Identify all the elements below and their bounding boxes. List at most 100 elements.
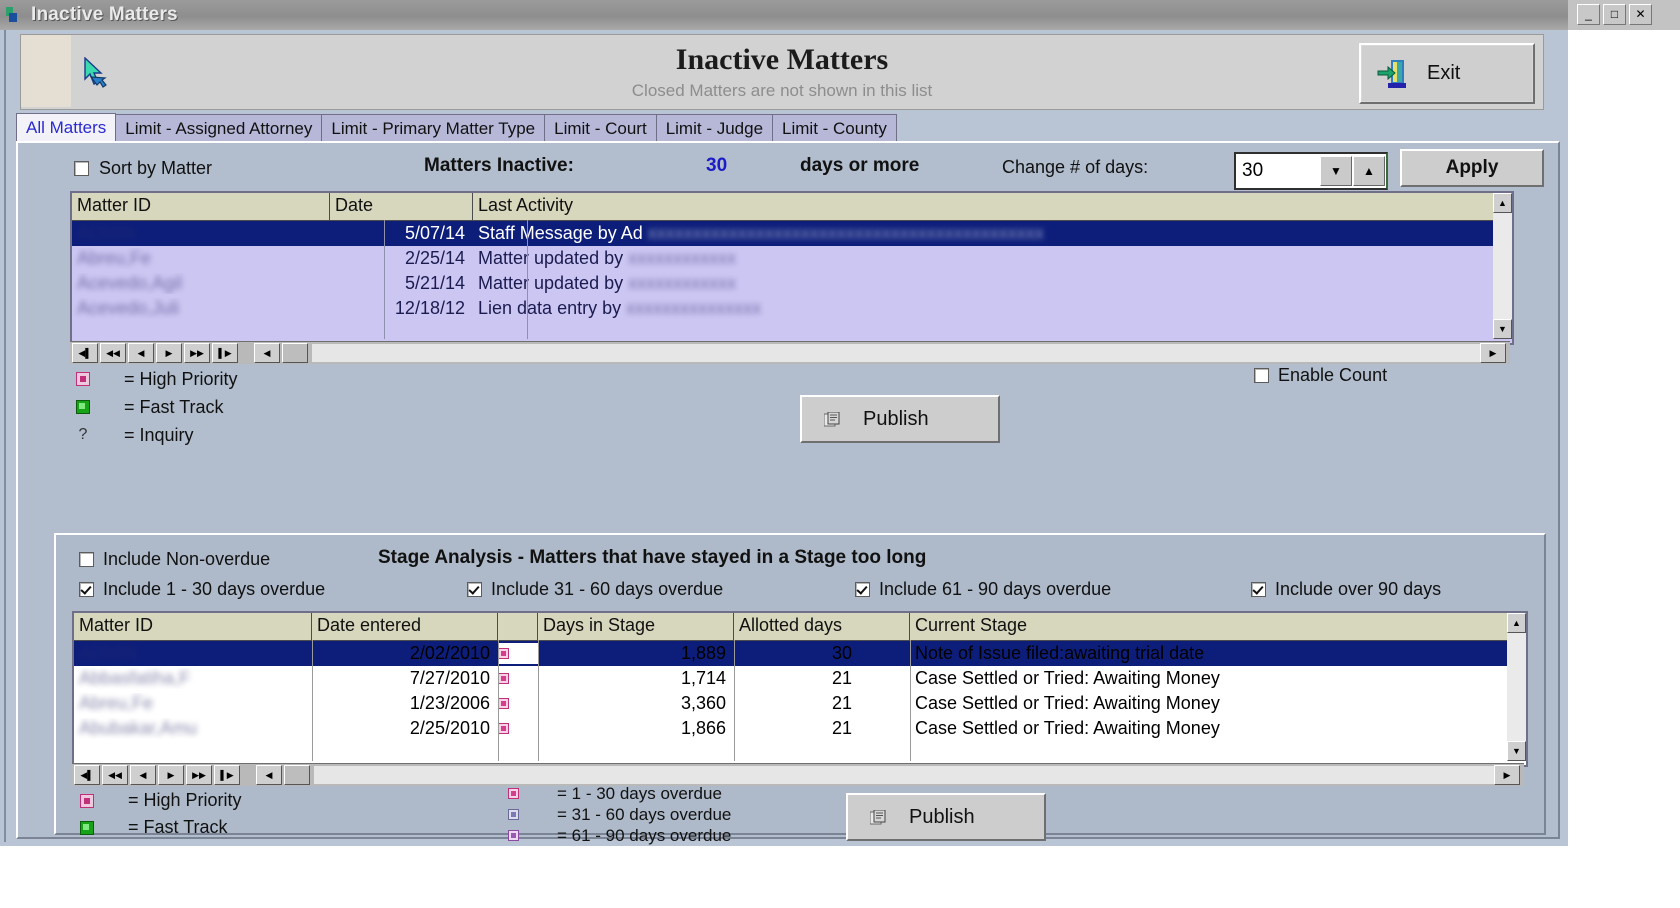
hscroll-right-button[interactable]: ▶: [1480, 343, 1506, 363]
hscroll-left-button[interactable]: ◀: [254, 343, 280, 363]
nav-next-page-button[interactable]: ▶▶: [186, 765, 212, 785]
include-1-30-checkbox[interactable]: [79, 582, 94, 597]
minimize-button[interactable]: _: [1577, 4, 1600, 25]
table-row[interactable]: Abreu,Fe 2/25/14 Matter updated by xxxxx…: [72, 246, 1512, 271]
stage-analysis-grid[interactable]: Matter ID Date entered Days in Stage All…: [72, 611, 1528, 767]
exit-button[interactable]: Exit: [1359, 43, 1535, 104]
table-row[interactable]: Abbasfatiha,F 7/27/2010 1,714 21 Case Se…: [74, 666, 1526, 691]
nav-last-button[interactable]: ▌▶: [214, 765, 240, 785]
days-spinner-up-button[interactable]: ▲: [1353, 156, 1385, 186]
cell-matter-id: ADMIN: [79, 643, 137, 663]
hscroll-left-button[interactable]: ◀: [256, 765, 282, 785]
sort-by-matter-label: Sort by Matter: [99, 158, 213, 178]
column-header-days-in-stage[interactable]: Days in Stage: [538, 613, 734, 640]
scroll-track[interactable]: [1507, 633, 1526, 741]
enable-count-row[interactable]: Enable Count: [1254, 365, 1387, 386]
include-over-90-checkbox[interactable]: [1251, 582, 1266, 597]
cell-matter-id: Abubakar,Amu: [79, 718, 198, 738]
column-divider: [734, 640, 735, 761]
nav-prev-button[interactable]: ◀: [130, 765, 156, 785]
close-button[interactable]: ✕: [1629, 4, 1652, 25]
legend-group-1: = High Priority = Fast Track ? = Inquiry: [62, 365, 482, 449]
sort-by-matter-checkbox[interactable]: [74, 161, 89, 176]
tab-all-matters[interactable]: All Matters: [16, 113, 117, 142]
tab-limit-court[interactable]: Limit - Court: [544, 114, 657, 142]
cell-matter-id: Abbasfatiha,F: [79, 668, 191, 688]
table-row[interactable]: ADMIN 5/07/14 Staff Message by Ad xxxxxx…: [72, 221, 1512, 246]
exit-door-icon: [1377, 59, 1406, 88]
tab-limit-county[interactable]: Limit - County: [772, 114, 897, 142]
column-header-flag[interactable]: [498, 613, 538, 640]
column-header-date-entered[interactable]: Date entered: [312, 613, 498, 640]
table-row[interactable]: ADMIN 2/02/2010 1,889 30 Note of Issue f…: [74, 641, 1526, 666]
hscroll-thumb[interactable]: [282, 343, 308, 363]
maximize-icon: □: [1610, 7, 1619, 21]
days-or-more-label: days or more: [800, 155, 920, 176]
tab-limit-primary-matter-type[interactable]: Limit - Primary Matter Type: [321, 114, 546, 142]
scroll-down-button[interactable]: ▼: [1493, 319, 1512, 339]
column-header-date[interactable]: Date: [330, 193, 473, 220]
nav-next-button[interactable]: ▶: [158, 765, 184, 785]
nav-next-button[interactable]: ▶: [156, 343, 182, 363]
table-row[interactable]: Acevedo,Agil 5/21/14 Matter updated by x…: [72, 271, 1512, 296]
include-61-90-row[interactable]: Include 61 - 90 days overdue: [846, 579, 1111, 600]
cell-matter-id: Acevedo,Juli: [77, 298, 180, 318]
include-non-overdue-label: Include Non-overdue: [103, 549, 271, 569]
include-61-90-checkbox[interactable]: [855, 582, 870, 597]
column-divider: [384, 220, 385, 339]
include-over-90-row[interactable]: Include over 90 days: [1242, 579, 1441, 600]
hscroll-track[interactable]: [312, 344, 1480, 362]
include-non-overdue-row[interactable]: Include Non-overdue: [70, 549, 270, 570]
column-header-last-activity[interactable]: Last Activity: [473, 193, 1489, 220]
hscroll-right-button[interactable]: ▶: [1494, 765, 1520, 785]
inactive-matters-grid[interactable]: Matter ID Date Last Activity ADMIN 5/07/…: [70, 191, 1514, 345]
cell-last-activity: Matter updated by: [478, 273, 629, 293]
publish-button-top[interactable]: Publish: [800, 395, 1000, 443]
nav-last-button[interactable]: ▌▶: [212, 343, 238, 363]
hscroll-track[interactable]: [314, 766, 1494, 784]
scroll-track[interactable]: [1493, 213, 1512, 319]
hscroll-thumb[interactable]: [284, 765, 310, 785]
include-1-30-label: Include 1 - 30 days overdue: [103, 579, 326, 599]
tab-limit-assigned-attorney[interactable]: Limit - Assigned Attorney: [115, 114, 323, 142]
nav-prev-page-button[interactable]: ◀◀: [102, 765, 128, 785]
column-header-matter-id[interactable]: Matter ID: [72, 193, 330, 220]
column-header-matter-id[interactable]: Matter ID: [74, 613, 312, 640]
apply-button[interactable]: Apply: [1400, 149, 1544, 187]
include-non-overdue-checkbox[interactable]: [79, 552, 94, 567]
scroll-up-button[interactable]: ▲: [1493, 193, 1512, 213]
nav-prev-page-button[interactable]: ◀◀: [100, 343, 126, 363]
include-31-60-row[interactable]: Include 31 - 60 days overdue: [458, 579, 723, 600]
scroll-down-button[interactable]: ▼: [1507, 741, 1526, 761]
days-spinner[interactable]: 30 ▼ ▲: [1234, 152, 1388, 190]
grid2-vertical-scrollbar[interactable]: ▲ ▼: [1507, 613, 1526, 761]
nav-prev-button[interactable]: ◀: [128, 343, 154, 363]
nav-next-page-button[interactable]: ▶▶: [184, 343, 210, 363]
scroll-up-button[interactable]: ▲: [1507, 613, 1526, 633]
legend-label: = High Priority: [124, 368, 238, 389]
overdue-61-90-icon: [508, 830, 519, 841]
table-row[interactable]: Abubakar,Amu 2/25/2010 1,866 21 Case Set…: [74, 716, 1526, 741]
grid1-record-navigator[interactable]: ◀▌ ◀◀ ◀ ▶ ▶▶ ▌▶ ◀ ▶: [70, 341, 1510, 364]
grid-header-row: Matter ID Date Last Activity: [72, 193, 1512, 221]
nav-first-button[interactable]: ◀▌: [72, 343, 98, 363]
stage-analysis-title: Stage Analysis - Matters that have staye…: [378, 547, 927, 568]
publish-button-bottom[interactable]: Publish: [846, 793, 1046, 841]
maximize-button[interactable]: □: [1603, 4, 1626, 25]
days-spinner-down-button[interactable]: ▼: [1320, 156, 1352, 186]
table-row[interactable]: Acevedo,Juli 12/18/12 Lien data entry by…: [72, 296, 1512, 321]
column-header-current-stage[interactable]: Current Stage: [910, 613, 1506, 640]
include-31-60-checkbox[interactable]: [467, 582, 482, 597]
include-1-30-row[interactable]: Include 1 - 30 days overdue: [70, 579, 325, 600]
column-header-allotted-days[interactable]: Allotted days: [734, 613, 910, 640]
tab-limit-judge[interactable]: Limit - Judge: [655, 114, 774, 142]
publish-icon: [824, 411, 840, 426]
cell-allotted-days: 21: [831, 668, 852, 688]
sort-by-matter-row[interactable]: Sort by Matter: [74, 158, 212, 179]
nav-first-button[interactable]: ◀▌: [74, 765, 100, 785]
table-row[interactable]: Abreu,Fe 1/23/2006 3,360 21 Case Settled…: [74, 691, 1526, 716]
overdue-flag-icon: [498, 673, 509, 684]
enable-count-checkbox[interactable]: [1254, 368, 1269, 383]
grid1-vertical-scrollbar[interactable]: ▲ ▼: [1493, 193, 1512, 339]
days-spinner-value[interactable]: 30: [1242, 160, 1320, 182]
